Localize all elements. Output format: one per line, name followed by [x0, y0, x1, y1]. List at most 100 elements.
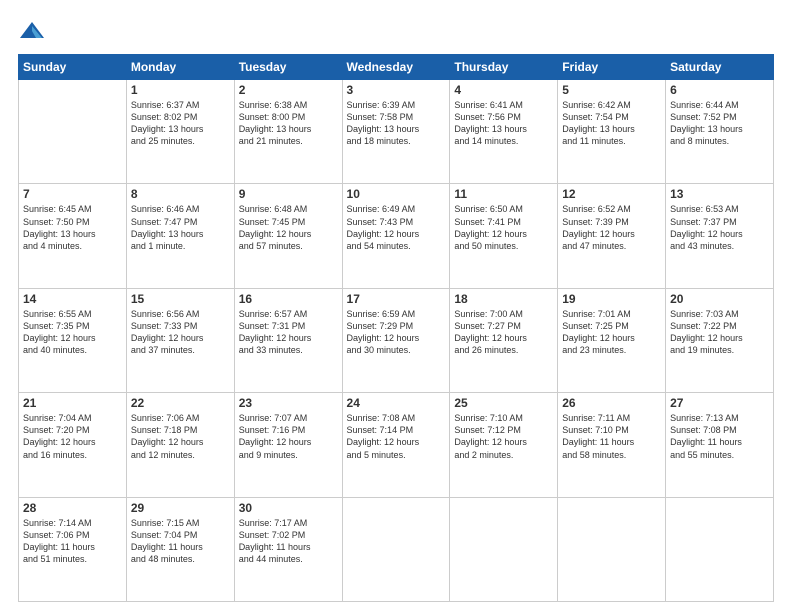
- page-header: [18, 18, 774, 46]
- day-cell-10: 10 Sunrise: 6:49 AMSunset: 7:43 PMDayligh…: [342, 184, 450, 288]
- day-info: Sunrise: 7:04 AMSunset: 7:20 PMDaylight:…: [23, 412, 122, 461]
- day-info: Sunrise: 6:37 AMSunset: 8:02 PMDaylight:…: [131, 99, 230, 148]
- day-info: Sunrise: 6:59 AMSunset: 7:29 PMDaylight:…: [347, 308, 446, 357]
- day-cell-26: 26 Sunrise: 7:11 AMSunset: 7:10 PMDayligh…: [558, 393, 666, 497]
- weekday-header-sunday: Sunday: [19, 55, 127, 80]
- day-cell-8: 8 Sunrise: 6:46 AMSunset: 7:47 PMDaylight…: [126, 184, 234, 288]
- day-cell-16: 16 Sunrise: 6:57 AMSunset: 7:31 PMDayligh…: [234, 288, 342, 392]
- day-cell-18: 18 Sunrise: 7:00 AMSunset: 7:27 PMDayligh…: [450, 288, 558, 392]
- logo-icon: [18, 18, 46, 46]
- day-info: Sunrise: 6:44 AMSunset: 7:52 PMDaylight:…: [670, 99, 769, 148]
- week-row-1: 1 Sunrise: 6:37 AMSunset: 8:02 PMDaylight…: [19, 80, 774, 184]
- empty-cell: [666, 497, 774, 601]
- day-number: 4: [454, 83, 553, 97]
- day-number: 14: [23, 292, 122, 306]
- empty-cell: [450, 497, 558, 601]
- day-number: 1: [131, 83, 230, 97]
- day-cell-21: 21 Sunrise: 7:04 AMSunset: 7:20 PMDayligh…: [19, 393, 127, 497]
- day-cell-28: 28 Sunrise: 7:14 AMSunset: 7:06 PMDayligh…: [19, 497, 127, 601]
- day-cell-24: 24 Sunrise: 7:08 AMSunset: 7:14 PMDayligh…: [342, 393, 450, 497]
- day-number: 3: [347, 83, 446, 97]
- day-info: Sunrise: 7:14 AMSunset: 7:06 PMDaylight:…: [23, 517, 122, 566]
- day-info: Sunrise: 7:10 AMSunset: 7:12 PMDaylight:…: [454, 412, 553, 461]
- day-info: Sunrise: 6:46 AMSunset: 7:47 PMDaylight:…: [131, 203, 230, 252]
- day-cell-20: 20 Sunrise: 7:03 AMSunset: 7:22 PMDayligh…: [666, 288, 774, 392]
- day-number: 2: [239, 83, 338, 97]
- day-number: 16: [239, 292, 338, 306]
- day-cell-1: 1 Sunrise: 6:37 AMSunset: 8:02 PMDaylight…: [126, 80, 234, 184]
- day-cell-14: 14 Sunrise: 6:55 AMSunset: 7:35 PMDayligh…: [19, 288, 127, 392]
- empty-cell: [342, 497, 450, 601]
- day-info: Sunrise: 6:53 AMSunset: 7:37 PMDaylight:…: [670, 203, 769, 252]
- day-number: 30: [239, 501, 338, 515]
- day-number: 7: [23, 187, 122, 201]
- day-number: 28: [23, 501, 122, 515]
- calendar-table: SundayMondayTuesdayWednesdayThursdayFrid…: [18, 54, 774, 602]
- day-info: Sunrise: 6:41 AMSunset: 7:56 PMDaylight:…: [454, 99, 553, 148]
- day-cell-6: 6Sunrise: 6:44 AMSunset: 7:52 PMDaylight…: [666, 80, 774, 184]
- day-info: Sunrise: 7:06 AMSunset: 7:18 PMDaylight:…: [131, 412, 230, 461]
- day-info: Sunrise: 6:57 AMSunset: 7:31 PMDaylight:…: [239, 308, 338, 357]
- day-number: 26: [562, 396, 661, 410]
- day-number: 11: [454, 187, 553, 201]
- day-number: 12: [562, 187, 661, 201]
- week-row-3: 14 Sunrise: 6:55 AMSunset: 7:35 PMDayligh…: [19, 288, 774, 392]
- day-number: 27: [670, 396, 769, 410]
- day-number: 23: [239, 396, 338, 410]
- day-number: 18: [454, 292, 553, 306]
- day-cell-22: 22 Sunrise: 7:06 AMSunset: 7:18 PMDayligh…: [126, 393, 234, 497]
- day-number: 9: [239, 187, 338, 201]
- day-cell-9: 9 Sunrise: 6:48 AMSunset: 7:45 PMDaylight…: [234, 184, 342, 288]
- weekday-header-saturday: Saturday: [666, 55, 774, 80]
- weekday-header-wednesday: Wednesday: [342, 55, 450, 80]
- day-number: 15: [131, 292, 230, 306]
- day-number: 8: [131, 187, 230, 201]
- day-number: 22: [131, 396, 230, 410]
- weekday-header-tuesday: Tuesday: [234, 55, 342, 80]
- day-info: Sunrise: 6:55 AMSunset: 7:35 PMDaylight:…: [23, 308, 122, 357]
- day-cell-5: 5Sunrise: 6:42 AMSunset: 7:54 PMDaylight…: [558, 80, 666, 184]
- day-info: Sunrise: 7:17 AMSunset: 7:02 PMDaylight:…: [239, 517, 338, 566]
- day-cell-3: 3 Sunrise: 6:39 AMSunset: 7:58 PMDaylight…: [342, 80, 450, 184]
- day-cell-29: 29 Sunrise: 7:15 AMSunset: 7:04 PMDayligh…: [126, 497, 234, 601]
- day-info: Sunrise: 7:15 AMSunset: 7:04 PMDaylight:…: [131, 517, 230, 566]
- weekday-header-monday: Monday: [126, 55, 234, 80]
- day-info: Sunrise: 6:50 AMSunset: 7:41 PMDaylight:…: [454, 203, 553, 252]
- day-info: Sunrise: 7:00 AMSunset: 7:27 PMDaylight:…: [454, 308, 553, 357]
- day-info: Sunrise: 6:52 AMSunset: 7:39 PMDaylight:…: [562, 203, 661, 252]
- week-row-2: 7 Sunrise: 6:45 AMSunset: 7:50 PMDaylight…: [19, 184, 774, 288]
- day-cell-23: 23 Sunrise: 7:07 AMSunset: 7:16 PMDayligh…: [234, 393, 342, 497]
- day-info: Sunrise: 6:45 AMSunset: 7:50 PMDaylight:…: [23, 203, 122, 252]
- day-cell-12: 12 Sunrise: 6:52 AMSunset: 7:39 PMDayligh…: [558, 184, 666, 288]
- day-number: 19: [562, 292, 661, 306]
- empty-cell: [19, 80, 127, 184]
- day-cell-13: 13 Sunrise: 6:53 AMSunset: 7:37 PMDayligh…: [666, 184, 774, 288]
- day-info: Sunrise: 6:49 AMSunset: 7:43 PMDaylight:…: [347, 203, 446, 252]
- day-number: 13: [670, 187, 769, 201]
- day-cell-15: 15 Sunrise: 6:56 AMSunset: 7:33 PMDayligh…: [126, 288, 234, 392]
- day-number: 21: [23, 396, 122, 410]
- day-info: Sunrise: 7:07 AMSunset: 7:16 PMDaylight:…: [239, 412, 338, 461]
- day-cell-19: 19Sunrise: 7:01 AMSunset: 7:25 PMDayligh…: [558, 288, 666, 392]
- day-number: 29: [131, 501, 230, 515]
- day-number: 24: [347, 396, 446, 410]
- day-cell-17: 17 Sunrise: 6:59 AMSunset: 7:29 PMDayligh…: [342, 288, 450, 392]
- day-info: Sunrise: 7:08 AMSunset: 7:14 PMDaylight:…: [347, 412, 446, 461]
- day-number: 10: [347, 187, 446, 201]
- day-info: Sunrise: 6:56 AMSunset: 7:33 PMDaylight:…: [131, 308, 230, 357]
- weekday-header-friday: Friday: [558, 55, 666, 80]
- day-info: Sunrise: 6:48 AMSunset: 7:45 PMDaylight:…: [239, 203, 338, 252]
- day-cell-11: 11 Sunrise: 6:50 AMSunset: 7:41 PMDayligh…: [450, 184, 558, 288]
- week-row-5: 28 Sunrise: 7:14 AMSunset: 7:06 PMDayligh…: [19, 497, 774, 601]
- day-info: Sunrise: 6:38 AMSunset: 8:00 PMDaylight:…: [239, 99, 338, 148]
- day-number: 25: [454, 396, 553, 410]
- day-number: 5: [562, 83, 661, 97]
- day-number: 20: [670, 292, 769, 306]
- day-number: 17: [347, 292, 446, 306]
- day-cell-27: 27Sunrise: 7:13 AMSunset: 7:08 PMDayligh…: [666, 393, 774, 497]
- logo: [18, 18, 50, 46]
- day-info: Sunrise: 6:39 AMSunset: 7:58 PMDaylight:…: [347, 99, 446, 148]
- day-info: Sunrise: 7:03 AMSunset: 7:22 PMDaylight:…: [670, 308, 769, 357]
- day-info: Sunrise: 7:11 AMSunset: 7:10 PMDaylight:…: [562, 412, 661, 461]
- day-cell-30: 30 Sunrise: 7:17 AMSunset: 7:02 PMDayligh…: [234, 497, 342, 601]
